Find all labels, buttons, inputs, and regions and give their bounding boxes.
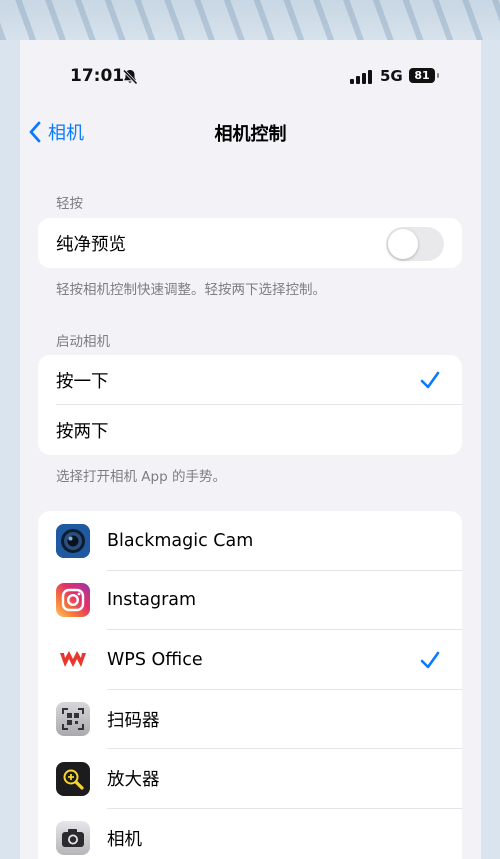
page-title: 相机控制 xyxy=(214,124,287,145)
code-scanner-icon xyxy=(56,702,90,737)
wallpaper-right xyxy=(481,40,500,859)
app-row-code-scanner[interactable]: 扫码器 xyxy=(38,690,462,749)
battery-icon: 81 xyxy=(409,68,435,83)
wps-office-icon xyxy=(56,642,90,677)
navigation-bar: 相机 相机控制 xyxy=(20,110,481,154)
status-bar: 17:01 5G 81 xyxy=(20,40,481,110)
battery-cap xyxy=(437,73,439,78)
network-type: 5G xyxy=(380,67,403,85)
app-row-instagram[interactable]: Instagram xyxy=(38,571,462,630)
section-header-tap: 轻按 xyxy=(56,196,83,212)
clean-preview-toggle[interactable] xyxy=(386,227,444,261)
status-time: 17:01 xyxy=(70,66,125,86)
app-name: 放大器 xyxy=(107,770,160,791)
wallpaper-top xyxy=(0,0,500,40)
checkmark-icon xyxy=(420,651,440,669)
camera-icon xyxy=(56,821,90,856)
camera-app-group: Blackmagic Cam Instagram WPS Office 扫码器 … xyxy=(38,511,462,859)
phone-screen: 17:01 5G 81 相机 相机控制 轻按 纯净预览 轻按相机控制快速调整。轻… xyxy=(20,40,481,859)
magnifier-icon xyxy=(56,761,90,796)
launch-option-label: 按一下 xyxy=(56,371,109,392)
app-row-wps-office[interactable]: WPS Office xyxy=(38,630,462,690)
app-name: Blackmagic Cam xyxy=(107,530,254,551)
launch-option-single-press[interactable]: 按一下 xyxy=(38,355,462,405)
tap-settings-group: 纯净预览 xyxy=(38,218,462,268)
section-header-launch: 启动相机 xyxy=(56,334,110,350)
launch-option-label: 按两下 xyxy=(56,421,109,442)
wallpaper-left xyxy=(0,40,20,859)
app-name: 扫码器 xyxy=(107,710,160,731)
clean-preview-row: 纯净预览 xyxy=(38,218,462,268)
blackmagic-cam-icon xyxy=(56,523,90,558)
app-name: WPS Office xyxy=(107,649,203,670)
app-row-blackmagic-cam[interactable]: Blackmagic Cam xyxy=(38,511,462,571)
bell-muted-icon xyxy=(122,69,138,85)
app-name: 相机 xyxy=(107,829,142,850)
app-row-camera[interactable]: 相机 xyxy=(38,809,462,859)
toggle-knob xyxy=(388,229,418,259)
cellular-signal-icon xyxy=(350,70,372,84)
clean-preview-label: 纯净预览 xyxy=(56,234,126,255)
checkmark-icon xyxy=(420,371,440,389)
instagram-icon xyxy=(56,583,90,618)
app-row-magnifier[interactable]: 放大器 xyxy=(38,749,462,809)
app-name: Instagram xyxy=(107,590,197,611)
launch-option-double-press[interactable]: 按两下 xyxy=(38,405,462,455)
section-footer-launch: 选择打开相机 App 的手势。 xyxy=(56,469,226,485)
section-footer-tap: 轻按相机控制快速调整。轻按两下选择控制。 xyxy=(56,282,326,298)
launch-gesture-group: 按一下 按两下 xyxy=(38,355,462,455)
